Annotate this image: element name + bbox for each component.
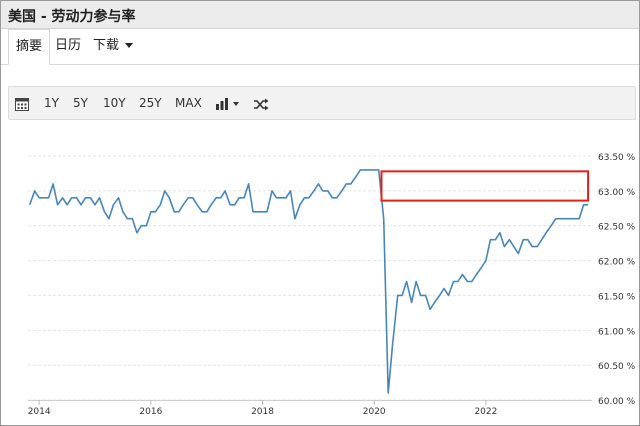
tab-summary[interactable]: 摘要 xyxy=(8,29,51,65)
tab-bar: 摘要 日历 下载 xyxy=(1,29,639,65)
x-tick-label: 2020 xyxy=(363,407,386,417)
y-tick-label: 63.00 % xyxy=(598,188,636,198)
x-tick-label: 2016 xyxy=(139,407,162,417)
chevron-down-icon xyxy=(125,43,134,48)
y-tick-label: 62.00 % xyxy=(598,258,636,268)
chart-area: 63.50 % 63.00 % 62.50 % 62.00 % 61.50 % 61.00… xyxy=(0,132,640,426)
y-tick-label: 61.00 % xyxy=(598,327,636,337)
calendar-icon xyxy=(15,98,29,111)
tab-calendar[interactable]: 日历 xyxy=(48,29,88,65)
range-max-button[interactable]: MAX xyxy=(175,87,202,121)
tab-calendar-label: 日历 xyxy=(55,38,82,53)
chevron-down-icon xyxy=(233,101,239,106)
x-tick-label: 2014 xyxy=(28,407,51,417)
y-tick-label: 62.50 % xyxy=(598,223,636,233)
compare-button[interactable] xyxy=(254,88,269,122)
range-10y-button[interactable]: 10Y xyxy=(103,87,126,121)
y-tick-label: 60.50 % xyxy=(598,362,636,372)
chart-type-dropdown[interactable] xyxy=(216,87,239,121)
y-tick-label: 61.50 % xyxy=(598,292,636,302)
range-25y-button[interactable]: 25Y xyxy=(139,87,162,121)
title-bar: 美国 - 劳动力参与率 xyxy=(1,1,639,29)
highlight-box xyxy=(380,170,590,202)
y-tick-label: 63.50 % xyxy=(598,153,636,163)
calendar-icon-button[interactable] xyxy=(15,88,29,122)
y-tick-label: 60.00 % xyxy=(598,397,636,407)
page-title: 美国 - 劳动力参与率 xyxy=(8,9,136,25)
x-tick-label: 2018 xyxy=(251,407,274,417)
series-line xyxy=(28,169,589,394)
tab-download-label: 下载 xyxy=(93,38,120,53)
bar-chart-icon xyxy=(216,97,228,110)
chart-toolbar: 1Y 5Y 10Y 25Y MAX xyxy=(8,86,636,120)
tab-summary-label: 摘要 xyxy=(16,39,43,54)
range-1y-button[interactable]: 1Y xyxy=(44,87,59,121)
tab-download[interactable]: 下载 xyxy=(86,29,140,65)
range-5y-button[interactable]: 5Y xyxy=(73,87,88,121)
x-tick-label: 2022 xyxy=(474,407,497,417)
line-chart: 63.50 % 63.00 % 62.50 % 62.00 % 61.50 % 61.00… xyxy=(28,153,636,417)
shuffle-icon xyxy=(254,98,269,111)
